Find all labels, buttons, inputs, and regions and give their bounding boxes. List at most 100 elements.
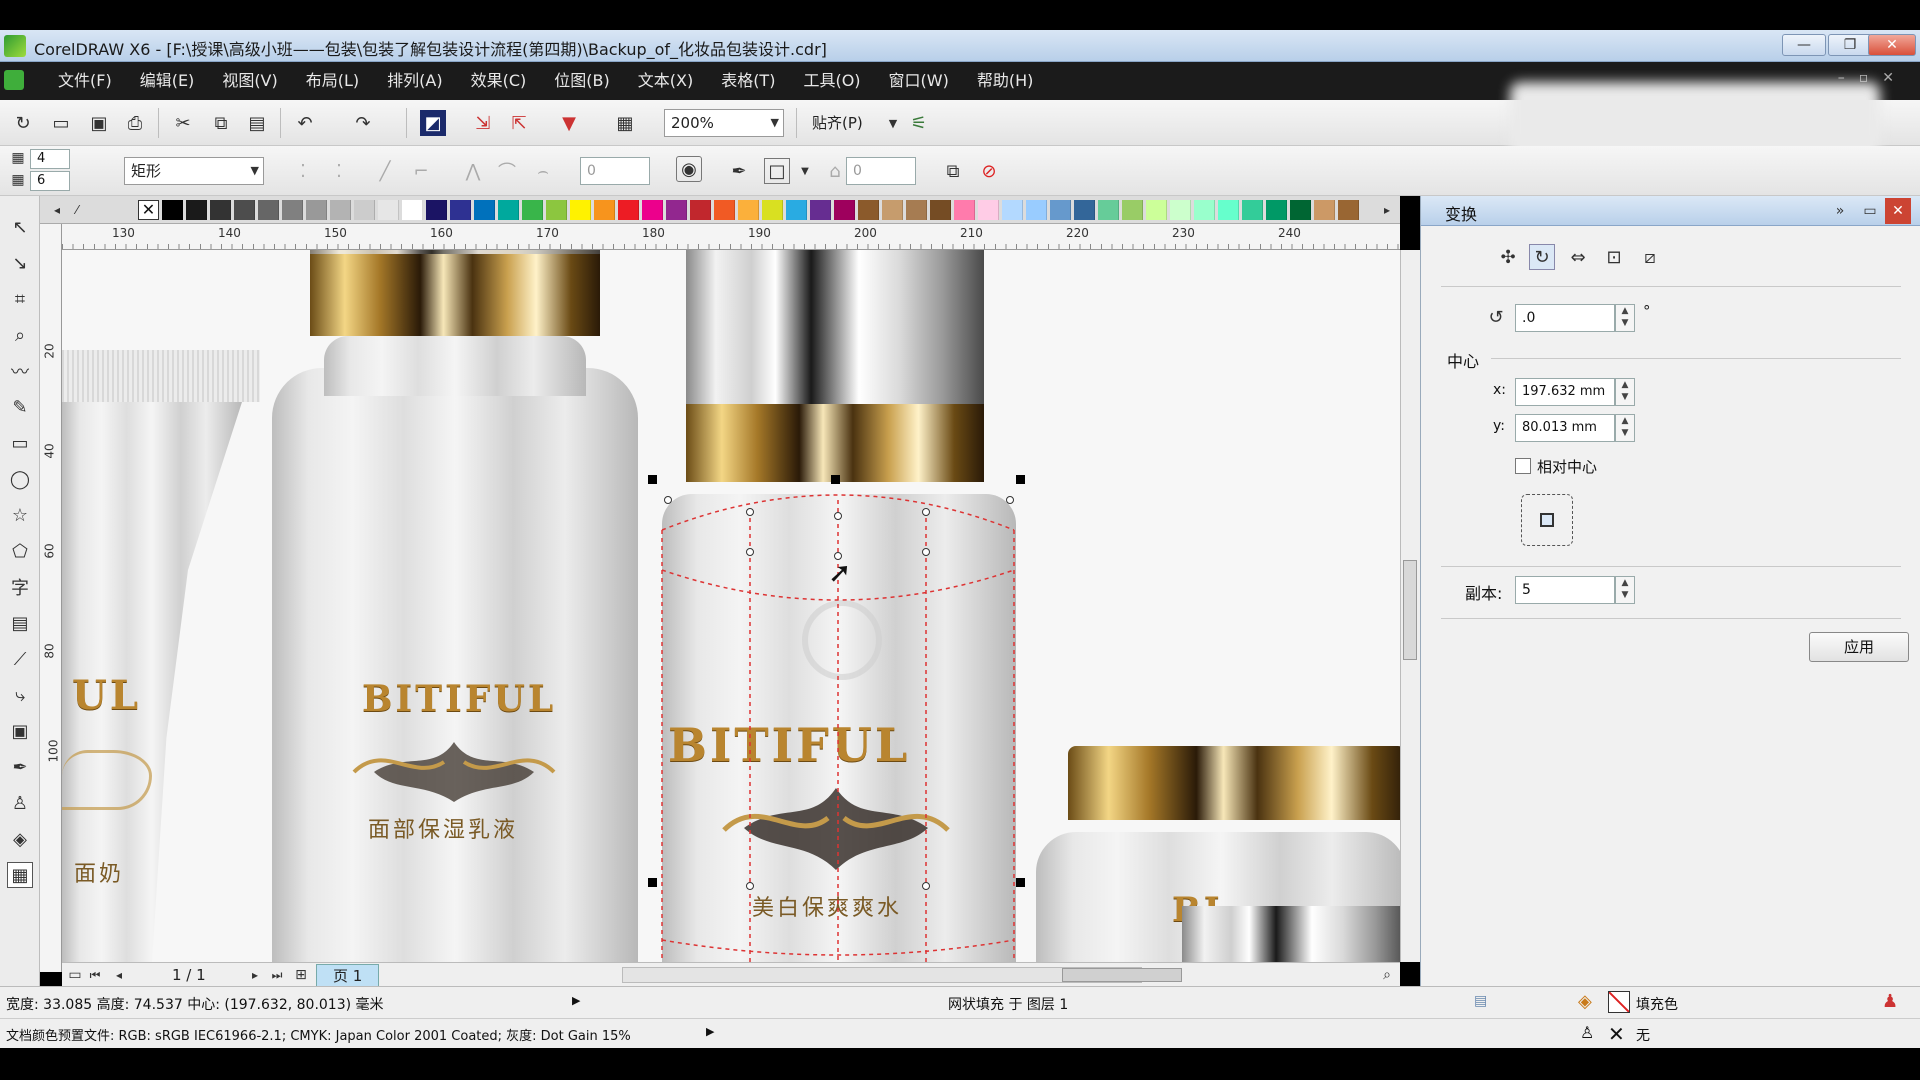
eyedropper-icon[interactable]: ⁄: [64, 197, 90, 223]
fill-color-picker[interactable]: □: [764, 158, 790, 184]
mesh-node[interactable]: [922, 882, 930, 890]
selection-handle[interactable]: [831, 475, 840, 484]
palette-swatch[interactable]: [810, 200, 831, 220]
palette-swatch[interactable]: [714, 200, 735, 220]
restore-button[interactable]: ❐: [1828, 34, 1872, 56]
color-eyedropper-icon[interactable]: ✒: [7, 754, 33, 780]
close-button[interactable]: ✕: [1868, 34, 1916, 56]
columns-field[interactable]: 6: [30, 171, 70, 191]
zoom-navigator-icon[interactable]: ⌕: [1374, 962, 1400, 988]
position-icon[interactable]: ✣: [1495, 244, 1521, 270]
palette-swatch[interactable]: [786, 200, 807, 220]
palette-swatch[interactable]: [1146, 200, 1167, 220]
new-document-icon[interactable]: ↻: [10, 110, 36, 136]
first-page-icon[interactable]: ⏮: [82, 962, 108, 988]
palette-swatch[interactable]: [834, 200, 855, 220]
palette-scroll-right-icon[interactable]: ▸: [1374, 197, 1400, 223]
copies-field[interactable]: 5: [1515, 576, 1615, 604]
fill-color-swatch[interactable]: [1608, 991, 1630, 1013]
blend-tool-icon[interactable]: ▣: [7, 718, 33, 744]
menu-layout[interactable]: 布局(L): [292, 62, 373, 100]
docker-close-icon[interactable]: ✕: [1885, 198, 1911, 224]
palette-swatch[interactable]: [930, 200, 951, 220]
transparency-icon[interactable]: ⌂: [822, 158, 848, 184]
selection-handle[interactable]: [1016, 475, 1025, 484]
freehand-tool-icon[interactable]: 〰: [7, 358, 33, 384]
mesh-node[interactable]: [1006, 496, 1014, 504]
palette-swatch[interactable]: [618, 200, 639, 220]
application-launcher-icon[interactable]: ▦: [612, 110, 638, 136]
rotation-spinner[interactable]: ▲ ▼: [1615, 304, 1635, 332]
mesh-node[interactable]: [746, 548, 754, 556]
palette-swatch[interactable]: [1170, 200, 1191, 220]
smooth-node-icon[interactable]: ⌒: [494, 158, 520, 184]
mesh-node[interactable]: [746, 508, 754, 516]
center-x-field[interactable]: 197.632 mm: [1515, 378, 1615, 406]
mesh-shape-select[interactable]: 矩形 ▼: [124, 157, 264, 185]
palette-swatch[interactable]: [1218, 200, 1239, 220]
anchor-point-selector[interactable]: [1521, 494, 1573, 546]
print-icon[interactable]: ⎙: [122, 110, 148, 136]
palette-swatch[interactable]: [1314, 200, 1335, 220]
crop-tool-icon[interactable]: ⌗: [7, 286, 33, 312]
palette-swatch[interactable]: [1122, 200, 1143, 220]
user-icon[interactable]: ♟: [1882, 991, 1898, 1012]
palette-swatch[interactable]: [1026, 200, 1047, 220]
menu-view[interactable]: 视图(V): [208, 62, 291, 100]
redo-icon[interactable]: ↷: [350, 110, 376, 136]
mesh-grid-overlay[interactable]: [658, 470, 1018, 962]
horizontal-scroll-thumb[interactable]: [1062, 968, 1182, 982]
fill-tool-icon[interactable]: ◈: [7, 826, 33, 852]
pick-tool-icon[interactable]: ↖: [7, 214, 33, 240]
dimension-tool-icon[interactable]: ⟋: [7, 646, 33, 672]
palette-swatch[interactable]: [426, 200, 447, 220]
palette-swatch[interactable]: [690, 200, 711, 220]
palette-swatch[interactable]: [1194, 200, 1215, 220]
smooth-mesh-icon[interactable]: ◉: [676, 156, 702, 182]
palette-swatch[interactable]: [1266, 200, 1287, 220]
import-icon[interactable]: ⇲: [470, 110, 496, 136]
vertical-scroll-thumb[interactable]: [1403, 560, 1417, 660]
mesh-node[interactable]: [834, 512, 842, 520]
snap-icon[interactable]: ▤: [1474, 993, 1487, 1009]
mesh-node[interactable]: [664, 496, 672, 504]
palette-swatch[interactable]: [1098, 200, 1119, 220]
menu-arrange[interactable]: 排列(A): [373, 62, 456, 100]
no-outline-icon[interactable]: ✕: [1608, 1022, 1625, 1046]
rotate-icon[interactable]: ↻: [1529, 244, 1555, 270]
smoothing-field[interactable]: 0: [580, 157, 650, 185]
mesh-fill-tool-icon[interactable]: ▦: [7, 862, 33, 888]
to-curve-icon[interactable]: ⌐: [408, 158, 434, 184]
eyedropper-icon[interactable]: ✒: [726, 158, 752, 184]
mesh-node[interactable]: [922, 548, 930, 556]
minimize-button[interactable]: —: [1782, 34, 1826, 56]
open-folder-icon[interactable]: ▭: [48, 110, 74, 136]
text-tool-icon[interactable]: 字: [7, 574, 33, 600]
vertical-ruler[interactable]: 20 40 60 80 100: [40, 224, 62, 972]
options-icon[interactable]: ⚟: [906, 110, 932, 136]
chevron-down-icon[interactable]: ▼: [792, 158, 818, 184]
palette-swatch[interactable]: [858, 200, 879, 220]
skew-icon[interactable]: ⧄: [1637, 244, 1663, 270]
palette-swatch[interactable]: [210, 200, 231, 220]
center-anchor-point[interactable]: [1540, 513, 1554, 527]
palette-swatch[interactable]: [522, 200, 543, 220]
rows-field[interactable]: 4: [30, 149, 70, 169]
cusp-node-icon[interactable]: ⋀: [460, 158, 486, 184]
page-tab[interactable]: 页 1: [316, 964, 380, 987]
menu-window[interactable]: 窗口(W): [875, 62, 963, 100]
selection-handle[interactable]: [1016, 878, 1025, 887]
table-tool-icon[interactable]: ▤: [7, 610, 33, 636]
zoom-tool-icon[interactable]: ⌕: [7, 322, 33, 348]
palette-swatch[interactable]: [474, 200, 495, 220]
palette-swatch[interactable]: [594, 200, 615, 220]
palette-swatch[interactable]: [186, 200, 207, 220]
clear-mesh-icon[interactable]: ⊘: [976, 158, 1002, 184]
add-node-icon[interactable]: ⁚: [290, 158, 316, 184]
menu-tools[interactable]: 工具(O): [789, 62, 874, 100]
palette-swatch[interactable]: [306, 200, 327, 220]
shape-tool-icon[interactable]: ↘: [7, 250, 33, 276]
scale-mirror-icon[interactable]: ⇔: [1565, 244, 1591, 270]
apply-button[interactable]: 应用: [1809, 632, 1909, 662]
outline-pen-icon[interactable]: ♙: [7, 790, 33, 816]
